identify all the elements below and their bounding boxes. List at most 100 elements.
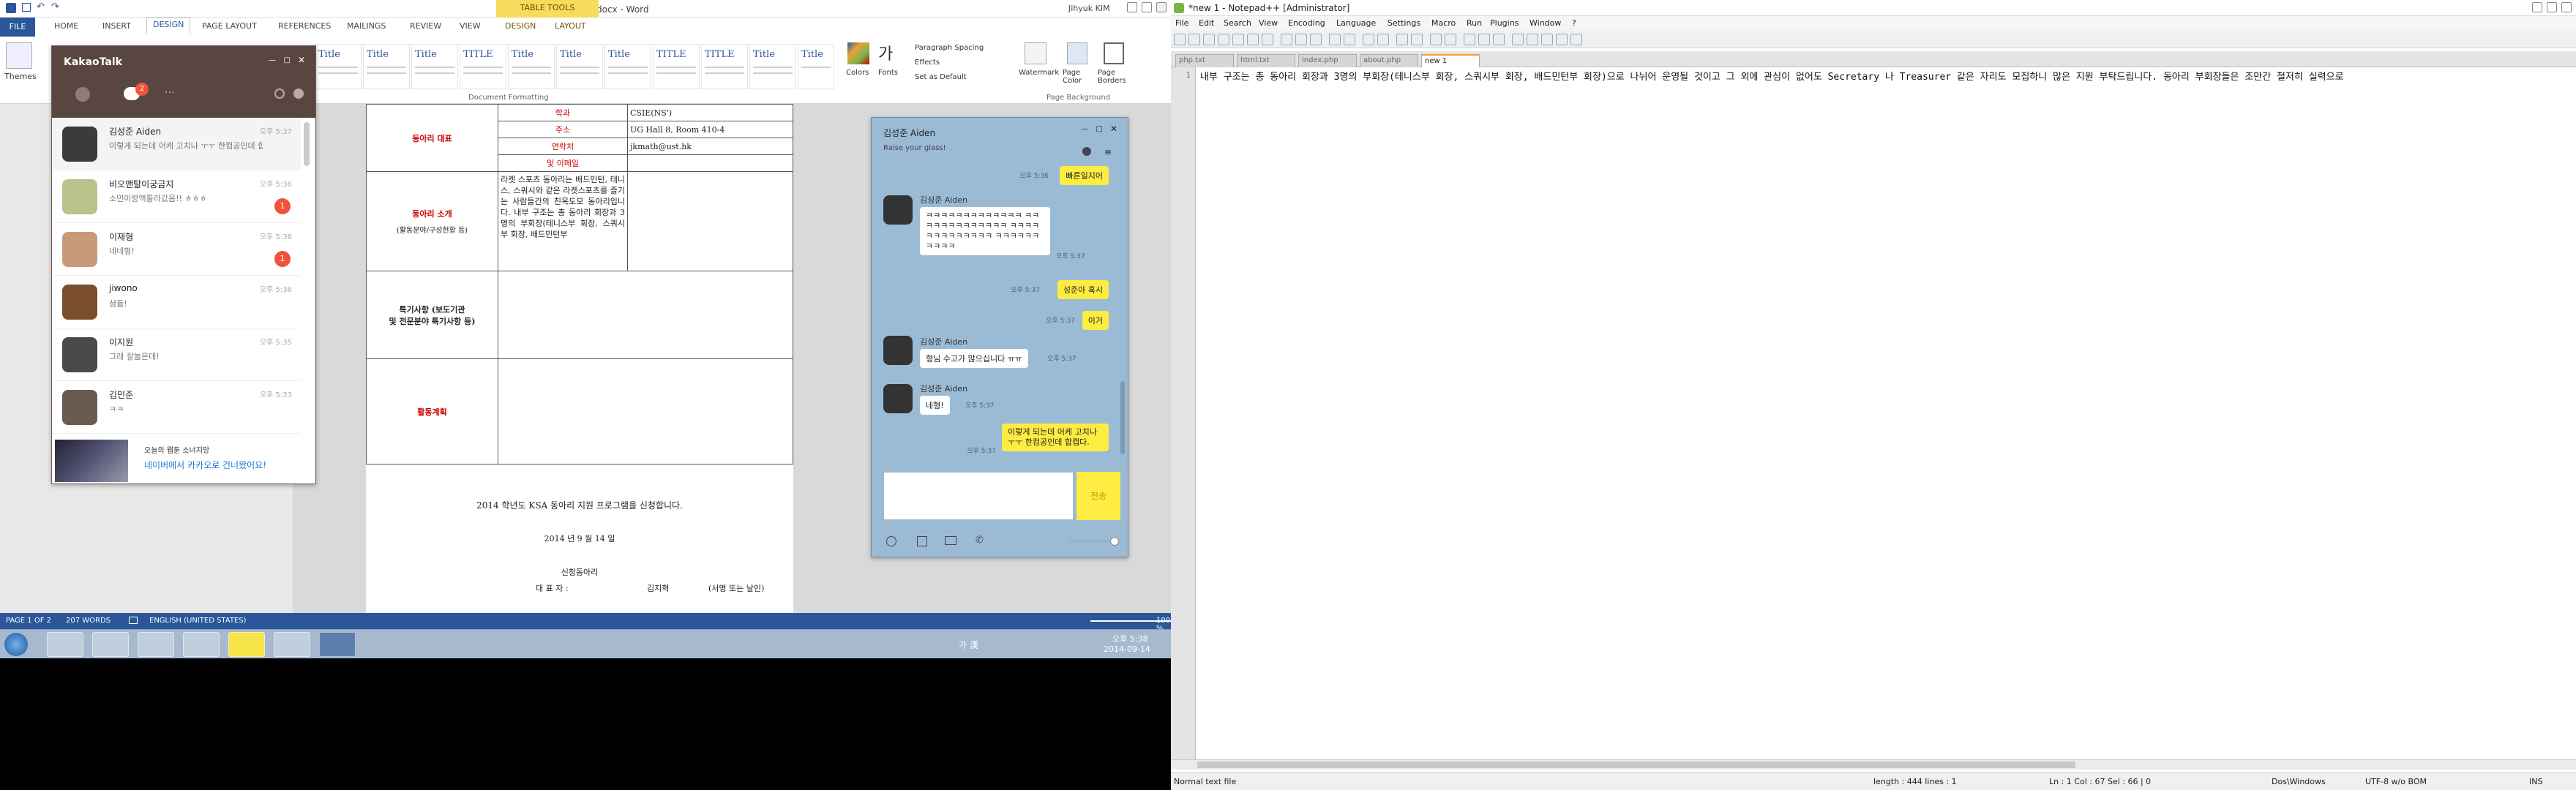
maximize-icon[interactable] bbox=[1142, 2, 1152, 12]
menu-settings[interactable]: Settings bbox=[1388, 18, 1420, 28]
rep-value[interactable] bbox=[627, 154, 793, 172]
close-icon[interactable]: ✕ bbox=[1110, 124, 1117, 134]
open-icon[interactable] bbox=[1188, 34, 1200, 45]
zoom-in-icon[interactable] bbox=[1396, 34, 1408, 45]
page-borders-button[interactable]: Page Borders bbox=[1098, 69, 1134, 85]
opacity-slider[interactable] bbox=[1069, 541, 1113, 542]
plan-cell[interactable] bbox=[498, 358, 793, 464]
chat-list-item[interactable]: 김민준 ㅋㅋ 오후 5:33 bbox=[52, 381, 301, 434]
style-gallery-item[interactable]: Title bbox=[411, 44, 458, 89]
play-icon[interactable] bbox=[1541, 34, 1553, 45]
chat-list-item[interactable]: 이재형 네네형! 오후 5:36 1 bbox=[52, 223, 301, 276]
notepadpp-icon[interactable] bbox=[274, 632, 310, 657]
colors-icon[interactable] bbox=[847, 42, 869, 64]
tab-view[interactable]: VIEW bbox=[460, 21, 481, 31]
themes-icon[interactable] bbox=[6, 42, 32, 69]
tab-insert[interactable]: INSERT bbox=[102, 21, 131, 31]
explorer-icon[interactable] bbox=[92, 632, 129, 657]
style-gallery-item[interactable]: Title bbox=[604, 44, 651, 89]
all-chars-icon[interactable] bbox=[1478, 34, 1490, 45]
save-all-icon[interactable] bbox=[1218, 34, 1229, 45]
tab-page-layout[interactable]: PAGE LAYOUT bbox=[202, 21, 257, 31]
menu-encoding[interactable]: Encoding bbox=[1288, 18, 1325, 28]
menu-macro[interactable]: Macro bbox=[1431, 18, 1456, 28]
kakaotalk-icon[interactable] bbox=[228, 632, 265, 657]
minimize-icon[interactable]: — bbox=[269, 56, 276, 64]
ie-icon[interactable] bbox=[47, 632, 83, 657]
play-multi-icon[interactable] bbox=[1556, 34, 1568, 45]
close-all-icon[interactable] bbox=[1247, 34, 1259, 45]
menu-run[interactable]: Run bbox=[1467, 18, 1482, 28]
rep-value[interactable]: jkmath@ust.hk bbox=[627, 138, 793, 155]
tab-table-design[interactable]: DESIGN bbox=[505, 21, 536, 31]
style-gallery-item[interactable]: Title bbox=[556, 44, 603, 89]
minimize-icon[interactable] bbox=[1127, 2, 1137, 12]
page-borders-icon[interactable] bbox=[1104, 42, 1124, 64]
file-tab-active[interactable]: new 1 bbox=[1421, 54, 1480, 67]
proofing-icon[interactable] bbox=[129, 617, 138, 624]
maximize-icon[interactable]: □ bbox=[1096, 125, 1103, 133]
set-default-button[interactable]: Set as Default bbox=[915, 73, 967, 81]
themes-label[interactable]: Themes bbox=[4, 72, 37, 81]
scrollbar[interactable] bbox=[304, 122, 310, 166]
document-page[interactable]: 동아리 대표 학과 CSIE(NS') 주소 UG Hall 8, Room 4… bbox=[366, 104, 793, 616]
menu-icon[interactable]: ≡ bbox=[1104, 147, 1112, 157]
style-gallery-item[interactable]: Title bbox=[508, 44, 555, 89]
menu-language[interactable]: Language bbox=[1336, 18, 1376, 28]
chat-list-item[interactable]: jiwono 셤듐! 오후 5:36 bbox=[52, 276, 301, 328]
language-label[interactable]: ENGLISH (UNITED STATES) bbox=[149, 617, 247, 625]
redo-icon[interactable] bbox=[1344, 34, 1355, 45]
effects-button[interactable]: Effects bbox=[915, 59, 940, 67]
close-icon[interactable] bbox=[2561, 2, 2572, 12]
tab-table-layout[interactable]: LAYOUT bbox=[555, 21, 586, 31]
menu-edit[interactable]: Edit bbox=[1199, 18, 1214, 28]
paste-icon[interactable] bbox=[1310, 34, 1322, 45]
save-macro-icon[interactable] bbox=[1570, 34, 1582, 45]
undo-icon[interactable] bbox=[1329, 34, 1341, 45]
close-file-icon[interactable] bbox=[1232, 34, 1244, 45]
start-button[interactable] bbox=[4, 633, 28, 656]
chat-list-item[interactable]: 비오맨탈이궁금지 소민이랑액톨라갔음!! ㅎㅎㅎ 오후 5:36 1 bbox=[52, 170, 301, 223]
page-count[interactable]: PAGE 1 OF 2 bbox=[6, 617, 51, 625]
menu-file[interactable]: File bbox=[1175, 18, 1188, 28]
style-gallery-item[interactable]: TITLE bbox=[701, 44, 748, 89]
send-button[interactable]: 전송 bbox=[1077, 472, 1120, 520]
bell-icon[interactable] bbox=[1082, 147, 1091, 156]
message-input[interactable] bbox=[883, 472, 1074, 520]
word-count[interactable]: 207 WORDS bbox=[66, 617, 111, 625]
scrollbar-thumb[interactable] bbox=[1197, 761, 2075, 768]
fonts-label[interactable]: Fonts bbox=[878, 69, 898, 77]
clock-time[interactable]: 오후 5:38 bbox=[1112, 633, 1147, 644]
watermark-button[interactable]: Watermark bbox=[1019, 69, 1059, 77]
slider-handle[interactable] bbox=[1110, 537, 1119, 546]
search-icon[interactable] bbox=[274, 89, 285, 99]
print-icon[interactable] bbox=[1262, 34, 1273, 45]
user-name[interactable]: Jihyuk KIM bbox=[1068, 4, 1110, 13]
chat-list-item[interactable]: 김성준 Aiden 이렇게 되는데 어케 고치나 ㅜㅜ 한컴공인데 합캡다...… bbox=[52, 118, 301, 170]
rep-value[interactable]: UG Hall 8, Room 410-4 bbox=[627, 121, 793, 138]
notes-cell[interactable] bbox=[498, 271, 793, 359]
style-gallery-item[interactable]: TITLE bbox=[460, 44, 506, 89]
friends-icon[interactable] bbox=[75, 87, 90, 102]
copy-icon[interactable] bbox=[1295, 34, 1307, 45]
zoom-out-icon[interactable] bbox=[1411, 34, 1423, 45]
file-tab[interactable]: about.php bbox=[1360, 54, 1418, 67]
more-icon[interactable]: ··· bbox=[165, 87, 174, 99]
minimize-icon[interactable] bbox=[2532, 2, 2542, 12]
chrome-icon[interactable] bbox=[183, 632, 220, 657]
emoticon-icon[interactable] bbox=[886, 536, 896, 546]
editor-text-line[interactable]: 내부 구조는 총 동아리 회장과 3명의 부회장(테니스부 회장, 스쿼시부 회… bbox=[1200, 69, 2344, 83]
rep-value[interactable]: CSIE(NS') bbox=[627, 104, 793, 121]
call-icon[interactable]: ✆ bbox=[976, 535, 984, 546]
intro-text[interactable]: 라켓 스포츠 동아리는 배드민턴, 테니스, 스쿼시와 같은 라켓스포츠를 즐기… bbox=[501, 174, 625, 268]
clock-date[interactable]: 2014-09-14 bbox=[1104, 644, 1150, 654]
attach-icon[interactable] bbox=[917, 536, 927, 546]
tab-file[interactable]: FILE bbox=[0, 18, 35, 37]
editor-area[interactable]: 1 내부 구조는 총 동아리 회장과 3명의 부회장(테니스부 회장, 스쿼시부… bbox=[1171, 67, 2576, 759]
gear-icon[interactable] bbox=[293, 89, 304, 99]
close-icon[interactable] bbox=[1156, 2, 1167, 12]
style-gallery-item[interactable]: Title bbox=[363, 44, 410, 89]
style-gallery-item[interactable]: Title bbox=[315, 44, 362, 89]
page-color-button[interactable]: Page Color bbox=[1063, 69, 1095, 85]
cut-icon[interactable] bbox=[1281, 34, 1292, 45]
